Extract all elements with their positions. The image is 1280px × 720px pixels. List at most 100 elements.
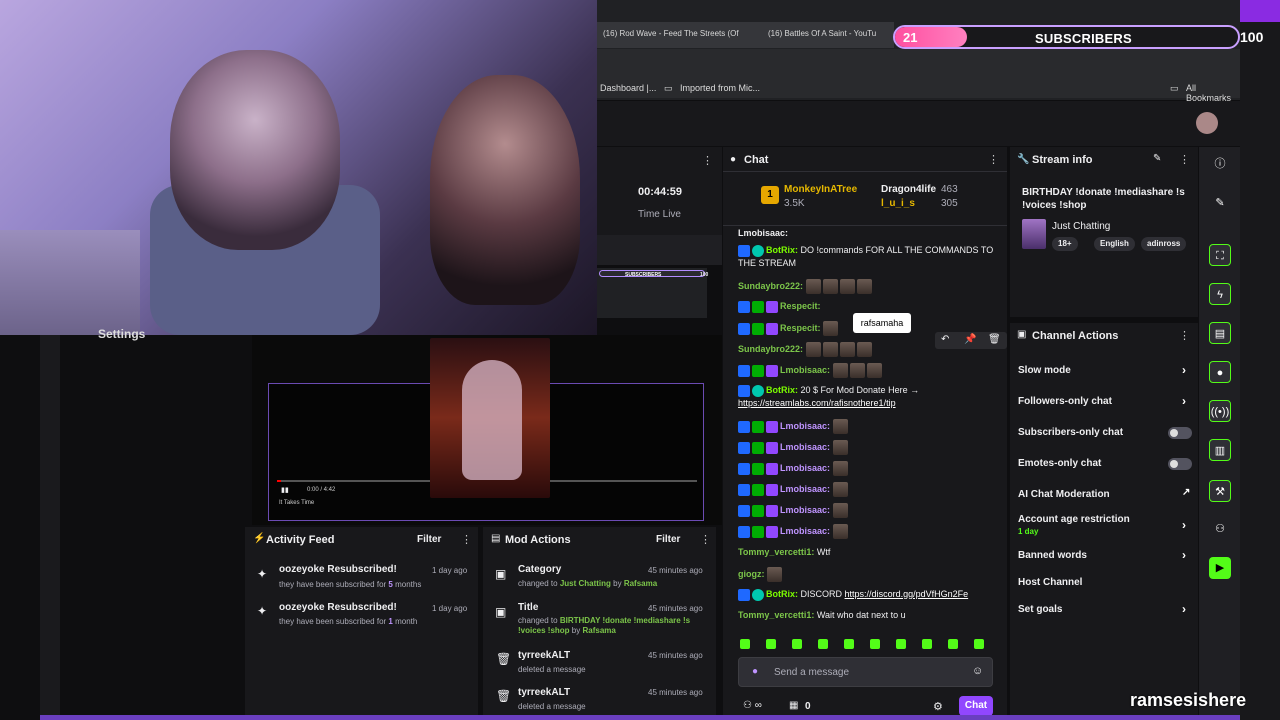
chat-username[interactable]: Lmobisaac: (780, 526, 830, 536)
chat-link[interactable]: https://streamlabs.com/rafisnothere1/tip (738, 398, 896, 408)
wrench-icon[interactable]: ⚒ (1209, 480, 1231, 502)
chat-username[interactable]: Lmobisaac: (780, 484, 830, 494)
more-icon[interactable]: ⋮ (700, 533, 711, 546)
chat-username[interactable]: Respecit: (780, 323, 821, 333)
folder-icon: ▭ (664, 83, 673, 93)
chat-username[interactable]: Lmobisaac: (780, 505, 830, 515)
mod-filter-button[interactable]: Filter (656, 534, 680, 545)
chat-username[interactable]: giogz: (738, 569, 765, 579)
chevron-right-icon[interactable]: › (1182, 548, 1186, 562)
gifter-name[interactable]: l_u_i_s (881, 198, 915, 209)
gifter-name[interactable]: MonkeyInATree (784, 184, 857, 195)
tag-adinross[interactable]: adinross (1141, 237, 1187, 251)
edit-icon[interactable]: ✎ (1153, 153, 1161, 164)
mic-icon[interactable]: ● (752, 666, 758, 677)
layout-icon[interactable]: ▥ (1209, 439, 1231, 461)
chat-username[interactable]: Lmobisaac: (780, 442, 830, 452)
people-icon[interactable]: ⚇ (1209, 518, 1231, 540)
chat-username[interactable]: Sundaybro222: (738, 281, 803, 291)
banned-words-item[interactable]: Banned words (1018, 550, 1087, 561)
mod-actions-title: Mod Actions (505, 534, 571, 546)
chat-username[interactable]: Tommy_vercetti1: (738, 610, 814, 620)
chat-message: BotRix: 20 $ For Mod Donate Here → https:… (738, 384, 1003, 410)
account-age-item[interactable]: Account age restriction (1018, 514, 1130, 525)
more-icon[interactable]: ⋮ (1179, 329, 1190, 342)
webcam-person-right (430, 75, 580, 305)
activity-filter-button[interactable]: Filter (417, 534, 441, 545)
emoji-icon[interactable]: ☺ (972, 665, 983, 677)
reply-icon[interactable]: ↶ (941, 334, 949, 345)
time-live-value: 00:44:59 (638, 186, 683, 198)
verified-icon (752, 244, 764, 257)
chat-username[interactable]: BotRix: (766, 385, 798, 395)
chat-username[interactable]: Lmobisaac: (780, 421, 830, 431)
trash-icon[interactable]: 🗑 (988, 334, 1001, 345)
more-icon[interactable]: ⋮ (702, 154, 713, 167)
chat-username[interactable]: Respecit: (780, 301, 821, 311)
video-time: 0:00 / 4:42 (307, 487, 336, 493)
external-link-icon[interactable]: ↗ (1182, 487, 1190, 498)
address-bar[interactable] (597, 49, 1240, 77)
chat-username[interactable]: Sundaybro222: (738, 344, 803, 354)
play-icon[interactable]: ▮▮ (281, 486, 289, 494)
chat-username[interactable]: Lmobisaac: (780, 365, 830, 375)
broadcast-icon[interactable]: ((•)) (1209, 400, 1231, 422)
bookmark-all[interactable]: All Bookmarks (1186, 83, 1240, 103)
expand-icon[interactable]: ⛶ (1209, 244, 1231, 266)
time-live-label: Time Live (638, 209, 681, 220)
chat-username[interactable]: BotRix: (766, 589, 798, 599)
pencil-icon[interactable]: ✎ (1209, 192, 1231, 214)
chat-username[interactable]: Tommy_vercetti1: (738, 547, 814, 557)
pin-icon[interactable]: 📌 (964, 334, 976, 345)
chevron-right-icon[interactable]: › (1182, 394, 1186, 408)
emote-icon (832, 503, 848, 518)
chat-send-button[interactable]: Chat (959, 696, 993, 716)
more-icon[interactable]: ⋮ (988, 153, 999, 166)
more-icon[interactable]: ⋮ (461, 533, 472, 546)
info-icon[interactable]: ⓘ (1209, 153, 1231, 175)
chat-message: BotRix: DO !commands FOR ALL THE COMMAND… (738, 244, 1003, 270)
set-goals-item[interactable]: Set goals (1018, 604, 1062, 615)
tab-battles[interactable]: (16) Battles Of A Saint - YouTu (768, 29, 876, 38)
chat-title: Chat (744, 154, 769, 166)
gifter-name[interactable]: Dragon4life (881, 184, 936, 195)
ai-moderation-item[interactable]: AI Chat Moderation (1018, 489, 1110, 500)
chevron-right-icon[interactable]: › (1182, 518, 1186, 532)
gear-icon[interactable]: ⚙ (933, 700, 943, 713)
chat-header: ● Chat ⋮ (723, 147, 1007, 172)
followers-only-item[interactable]: Followers-only chat (1018, 396, 1112, 407)
chat-bubble-icon[interactable]: ● (1209, 361, 1231, 383)
chevron-right-icon[interactable]: › (1182, 602, 1186, 616)
points-count: 0 (805, 701, 811, 712)
chat-input[interactable]: ● Send a message ☺ (738, 657, 993, 687)
chat-link[interactable]: https://discord.gg/pdVfHGn2Fe (845, 589, 969, 599)
chat-username[interactable]: Lmobisaac: (780, 463, 830, 473)
host-channel-item[interactable]: Host Channel (1018, 577, 1082, 588)
document-icon[interactable]: ▤ (1209, 322, 1231, 344)
mod-badge-icon (752, 462, 764, 475)
stream-category[interactable]: Just Chatting (1052, 221, 1110, 232)
tag-18plus[interactable]: 18+ (1052, 237, 1078, 251)
users-icon[interactable]: ⚇ ∞ (743, 700, 762, 711)
subscribers-only-toggle[interactable] (1168, 427, 1192, 439)
chat-username[interactable]: Lmobisaac: (738, 228, 788, 238)
bookmark-imported[interactable]: Imported from Mic... (680, 83, 760, 93)
slow-mode-item[interactable]: Slow mode (1018, 365, 1071, 376)
tag-english[interactable]: English (1094, 237, 1135, 251)
star-icon: ✦ (257, 567, 268, 581)
avatar[interactable] (1196, 112, 1218, 134)
bottom-accent (40, 715, 1240, 720)
trash-icon: 🗑 (496, 689, 512, 703)
bookmark-dashboard[interactable]: Dashboard |... (600, 83, 656, 93)
channel-actions-title: Channel Actions (1032, 330, 1119, 342)
category-thumbnail (1022, 219, 1046, 249)
more-icon[interactable]: ⋮ (1179, 153, 1190, 166)
mod-action-time: 45 minutes ago (648, 566, 703, 575)
tab-rod-wave[interactable]: (16) Rod Wave - Feed The Streets (Of (603, 29, 739, 38)
lightning-icon[interactable]: ϟ (1209, 283, 1231, 305)
clapper-icon[interactable]: ▶ (1209, 557, 1231, 579)
emotes-only-toggle[interactable] (1168, 458, 1192, 470)
chat-username[interactable]: BotRix: (766, 245, 798, 255)
emote-icon (832, 461, 848, 476)
chevron-right-icon[interactable]: › (1182, 363, 1186, 377)
